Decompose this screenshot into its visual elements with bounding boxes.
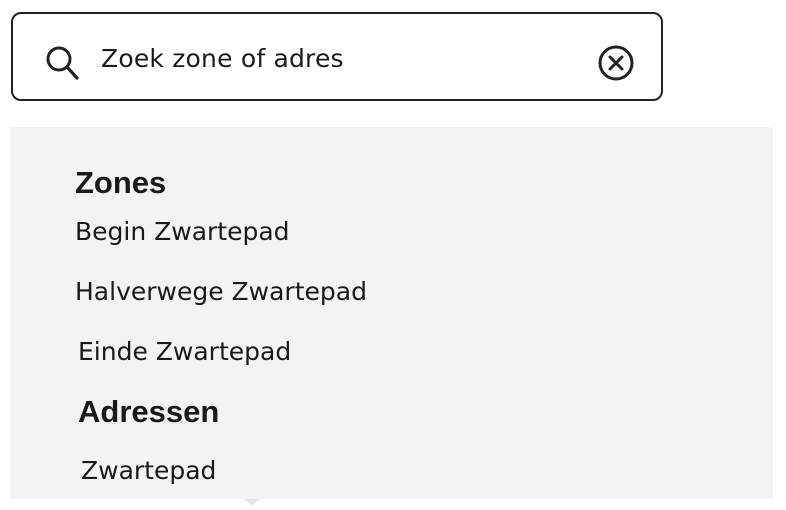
- search-results-dropdown: Zones Begin Zwartepad Halverwege Zwartep…: [10, 127, 773, 499]
- addresses-heading: Adressen: [78, 394, 220, 429]
- address-result-zwartepad[interactable]: Zwartepad: [81, 454, 216, 488]
- zone-result-begin-zwartepad[interactable]: Begin Zwartepad: [75, 215, 290, 249]
- zones-heading: Zones: [75, 165, 167, 200]
- search-icon[interactable]: [42, 43, 82, 83]
- search-input[interactable]: Zoek zone of adres: [101, 42, 344, 76]
- search-bar[interactable]: Zoek zone of adres: [11, 12, 663, 101]
- clear-icon[interactable]: [596, 43, 636, 83]
- zone-result-einde-zwartepad[interactable]: Einde Zwartepad: [78, 335, 291, 369]
- zone-result-halverwege-zwartepad[interactable]: Halverwege Zwartepad: [75, 275, 367, 309]
- dropdown-pointer: [244, 499, 260, 506]
